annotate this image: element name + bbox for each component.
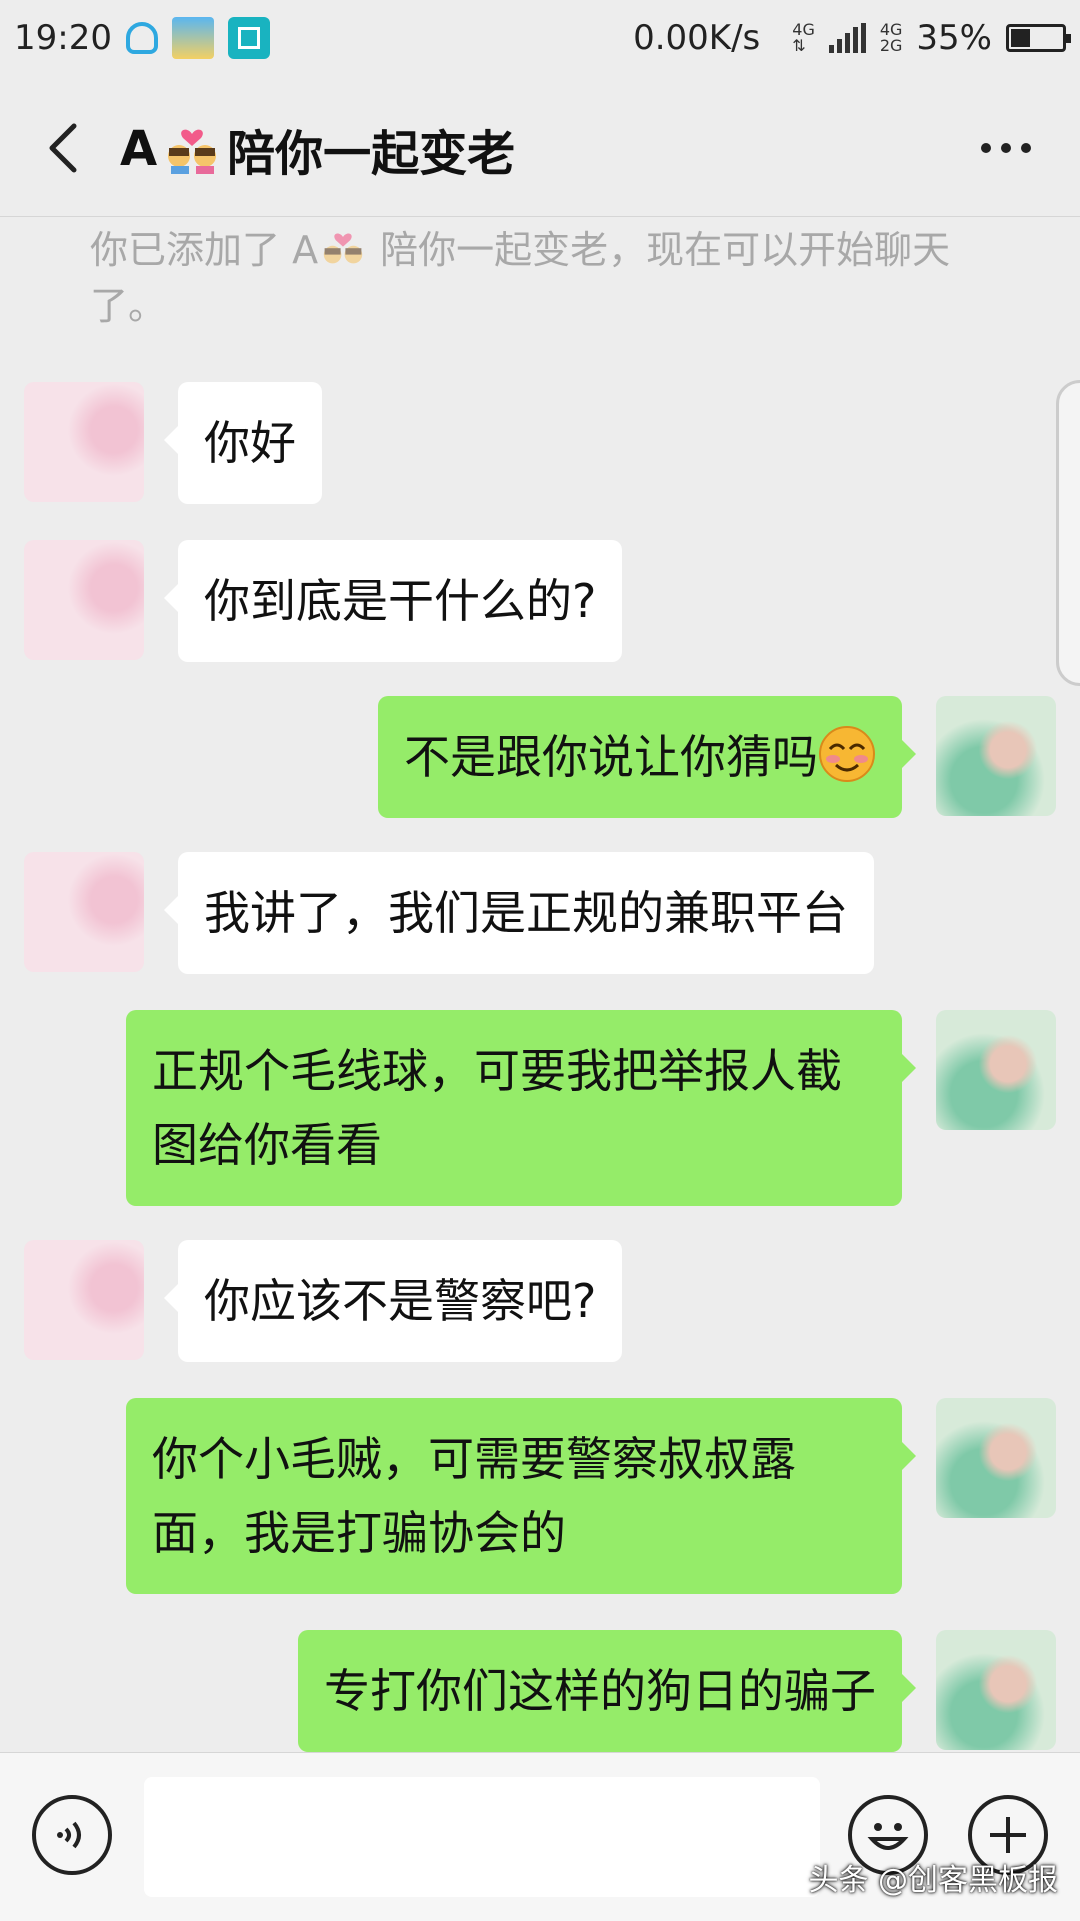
voice-icon xyxy=(57,1821,81,1849)
incoming-message[interactable]: 我讲了，我们是正规的兼职平台 xyxy=(164,852,874,974)
outgoing-message[interactable]: 你个小毛贼，可需要警察叔叔露面，我是打骗协会的 xyxy=(126,1398,916,1594)
blush-smile-emoji xyxy=(819,726,875,782)
battery-percent: 35% xyxy=(916,18,992,58)
input-bar: 头条 @创客黑板报 xyxy=(0,1752,1080,1921)
signal-1-arrows: ⇅ xyxy=(792,36,806,55)
voice-input-button[interactable] xyxy=(32,1795,112,1875)
incoming-message[interactable]: 你到底是干什么的? xyxy=(163,540,623,662)
message-text: 专打你们这样的狗日的骗子 xyxy=(324,1664,876,1718)
chat-title: A 陪你一起变老 xyxy=(120,114,515,184)
watermark: 头条 @创客黑板报 xyxy=(808,1863,1058,1898)
signal-2-subtype: 2G xyxy=(879,36,903,55)
message-text: 不是跟你说让你猜吗 xyxy=(404,730,818,784)
battery-icon xyxy=(1006,24,1071,52)
contact-avatar[interactable] xyxy=(24,852,144,972)
message-text: 正规个毛线球，可要我把举报人截图给你看看 xyxy=(152,1044,842,1172)
message-input[interactable] xyxy=(144,1777,820,1897)
status-time: 19:20 xyxy=(14,18,112,58)
weather-notification-icon xyxy=(171,17,214,59)
more-dots-icon[interactable] xyxy=(976,136,1036,160)
couple-kiss-emoji xyxy=(168,129,217,174)
couple-kiss-emoji xyxy=(323,233,363,264)
signal-bars-icon xyxy=(828,23,866,53)
incoming-message[interactable]: 你应该不是警察吧? xyxy=(163,1240,623,1362)
outgoing-message[interactable]: 不是跟你说让你猜吗 xyxy=(378,696,916,818)
message-text: 你个小毛贼，可需要警察叔叔露面，我是打骗协会的 xyxy=(152,1432,796,1560)
title-prefix: A xyxy=(120,121,158,177)
contact-avatar[interactable] xyxy=(24,382,144,502)
headset-notification-icon xyxy=(125,22,158,54)
notice-text-1: 你已添加了 A xyxy=(90,228,319,272)
contact-avatar[interactable] xyxy=(24,1240,144,1360)
side-drawer-handle[interactable] xyxy=(1056,380,1080,686)
contact-avatar[interactable] xyxy=(24,540,144,660)
my-avatar[interactable] xyxy=(936,1630,1056,1750)
incoming-message[interactable]: 你好 xyxy=(164,382,322,504)
message-text: 你应该不是警察吧? xyxy=(204,1274,597,1328)
chevron-left-icon[interactable] xyxy=(40,120,90,176)
system-notice: 你已添加了 A 陪你一起变老，现在可以开始聊天了。 xyxy=(90,222,1010,334)
status-bar: 19:20 0.00K/s 4G ⇅ 4G 2G 35% xyxy=(0,0,1080,76)
my-avatar[interactable] xyxy=(936,1010,1056,1130)
scan-notification-icon xyxy=(227,17,270,59)
signal-1-label: 4G ⇅ xyxy=(792,22,815,54)
outgoing-message[interactable]: 正规个毛线球，可要我把举报人截图给你看看 xyxy=(126,1010,916,1206)
message-text: 我讲了，我们是正规的兼职平台 xyxy=(204,886,848,940)
outgoing-message[interactable]: 专打你们这样的狗日的骗子 xyxy=(298,1630,916,1752)
network-speed: 0.00K/s xyxy=(633,18,761,58)
signal-2-label: 4G 2G xyxy=(880,22,903,54)
message-text: 你好 xyxy=(204,416,296,470)
chat-header: A 陪你一起变老 xyxy=(0,76,1080,217)
my-avatar[interactable] xyxy=(936,1398,1056,1518)
message-text: 你到底是干什么的? xyxy=(204,574,597,628)
title-name: 陪你一起变老 xyxy=(227,126,516,182)
my-avatar[interactable] xyxy=(936,696,1056,816)
